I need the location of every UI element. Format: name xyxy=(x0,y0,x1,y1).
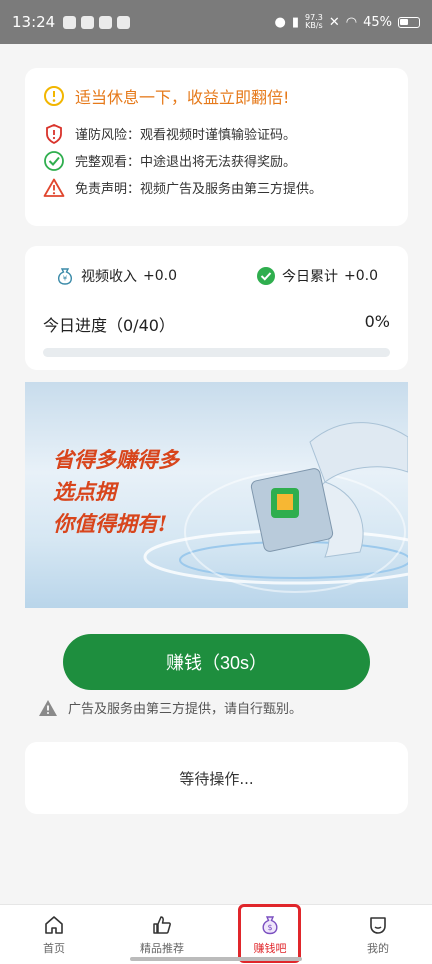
notice-row-text: 完整观看：中途退出将无法获得奖励。 xyxy=(75,155,297,170)
bottom-tab-bar: 首页 精品推荐 $ 赚钱吧 我的 xyxy=(0,904,432,964)
location-icon: ● xyxy=(274,14,286,30)
earnings-card: ¥ 视频收入 +0.0 今日累计 +0.0 今日进度（0/40） 0% xyxy=(25,246,408,370)
home-icon xyxy=(45,915,63,934)
app-notification-icon xyxy=(63,15,77,29)
earn-button[interactable]: 赚钱（30s） xyxy=(63,634,370,690)
network-speed-unit: KB/s xyxy=(305,21,323,30)
info-icon xyxy=(44,86,64,106)
banner-line: 省得多赚得多 xyxy=(53,447,179,472)
status-right: ● ▮ 97.3 KB/s ✕ ◠ 45% xyxy=(275,14,420,30)
video-income-value: +0.0 xyxy=(143,268,177,284)
battery-percent: 45% xyxy=(363,14,392,30)
notice-card: 适当休息一下，收益立即翻倍! 谨防风险：观看视频时谨慎输验证码。 完整观看：中途… xyxy=(25,68,408,226)
tab-home[interactable]: 首页 xyxy=(0,905,108,964)
money-bag-icon: ¥ xyxy=(58,268,72,285)
today-total-label: 今日累计 xyxy=(282,269,338,285)
video-income-label: 视频收入 xyxy=(81,269,137,285)
battery-icon xyxy=(398,16,420,28)
tab-recommended[interactable]: 精品推荐 xyxy=(108,905,216,964)
notice-row-complete: 完整观看：中途退出将无法获得奖励。 xyxy=(43,147,390,174)
vibrate-icon: ▮ xyxy=(291,14,300,30)
notice-row-disclaimer: 免责声明：视频广告及服务由第三方提供。 xyxy=(43,174,390,201)
ad-disclaimer-text: 广告及服务由第三方提供，请自行甄别。 xyxy=(68,702,303,717)
today-total-value: +0.0 xyxy=(344,268,378,284)
check-circle-icon xyxy=(44,150,64,171)
app-notification-icon xyxy=(117,15,131,29)
notice-title-row: 适当休息一下，收益立即翻倍! xyxy=(43,84,390,108)
earnings-row: ¥ 视频收入 +0.0 今日累计 +0.0 xyxy=(43,262,390,290)
banner-slogan: 省得多赚得多 选点拥 你值得拥有! xyxy=(53,444,179,540)
status-bar: 13:24 ● ▮ 97.3 KB/s ✕ ◠ 45% xyxy=(0,0,432,44)
notice-row-risk: 谨防风险：观看视频时谨慎输验证码。 xyxy=(43,120,390,147)
wait-status-text: 等待操作... xyxy=(179,769,254,788)
status-time: 13:24 xyxy=(12,13,56,31)
video-income: ¥ 视频收入 +0.0 xyxy=(55,266,177,286)
warning-icon xyxy=(39,699,57,716)
network-speed: 97.3 KB/s xyxy=(305,14,323,30)
tab-profile[interactable]: 我的 xyxy=(324,905,432,964)
wifi-icon: ◠ xyxy=(345,14,358,30)
notice-row-text: 免责声明：视频广告及服务由第三方提供。 xyxy=(75,182,323,197)
notice-row-text: 谨防风险：观看视频时谨慎输验证码。 xyxy=(75,128,297,143)
ad-disclaimer: 广告及服务由第三方提供，请自行甄别。 xyxy=(38,698,302,717)
app-notification-icon xyxy=(99,15,113,29)
tab-label: 首页 xyxy=(43,941,65,955)
banner-ad[interactable]: 省得多赚得多 选点拥 你值得拥有! xyxy=(25,382,408,608)
shield-icon xyxy=(46,123,62,144)
notice-title: 适当休息一下，收益立即翻倍! xyxy=(75,88,290,107)
sim-icon: ✕ xyxy=(328,14,340,30)
thumbs-up-icon xyxy=(153,915,171,934)
banner-line: 你值得拥有! xyxy=(53,511,168,536)
profile-icon xyxy=(370,916,386,934)
progress-label: 今日进度（0/40） xyxy=(43,316,175,335)
active-tab-highlight xyxy=(238,904,301,963)
check-badge-icon xyxy=(257,267,275,285)
progress-bar xyxy=(43,348,390,357)
progress-percent: 0% xyxy=(364,312,390,331)
progress-row: 今日进度（0/40） 0% xyxy=(43,312,390,336)
wait-status-card: 等待操作... xyxy=(25,742,408,814)
app-notification-icon xyxy=(81,15,95,29)
today-total: 今日累计 +0.0 xyxy=(256,266,378,286)
warning-icon xyxy=(43,178,65,197)
tab-label: 我的 xyxy=(367,941,389,955)
home-indicator[interactable] xyxy=(130,957,302,961)
svg-text:¥: ¥ xyxy=(63,275,68,283)
tab-label: 精品推荐 xyxy=(140,941,184,955)
banner-line: 选点拥 xyxy=(53,479,116,504)
